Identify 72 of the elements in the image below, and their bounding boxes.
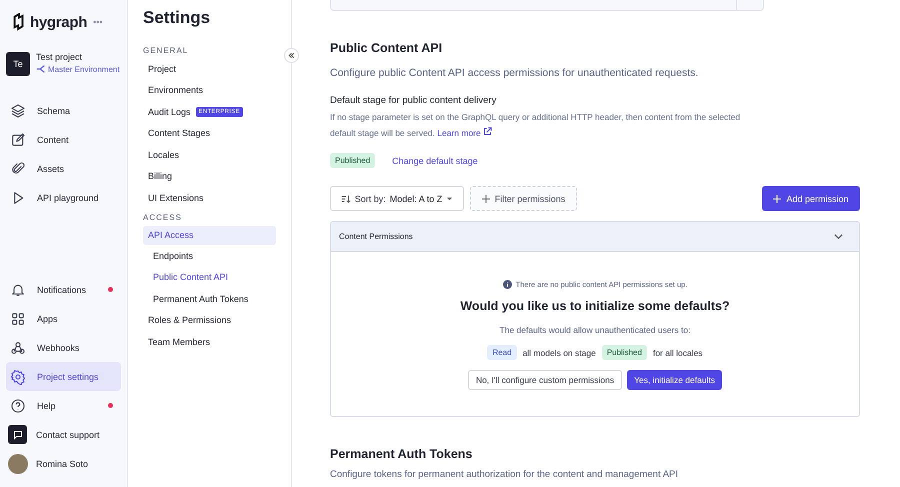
user-avatar [8,454,28,474]
external-link-icon [483,126,492,136]
chat-icon [8,425,27,444]
plus-icon [773,194,782,202]
settings-item[interactable]: UI Extensions [143,187,276,208]
nav-item[interactable]: Content [6,125,121,154]
endpoint-field[interactable] [330,0,764,11]
nav-item[interactable]: Notifications [6,275,121,304]
settings-item[interactable]: Team Members [143,330,276,352]
section-description: Configure tokens for permanent authorization for the content and management API [330,469,678,480]
settings-subitem[interactable]: Permanent Auth Tokens [143,288,248,310]
section-title: Permanent Auth Tokens [330,447,472,461]
settings-item[interactable]: Project [143,58,276,80]
nav-item[interactable]: Project settings [6,362,121,391]
double-chevron-icon [287,51,296,60]
filter-button[interactable]: Filter permissions [470,186,577,211]
settings-subitem[interactable]: Public Content API [143,266,228,288]
sort-icon [340,194,351,204]
layers-icon [10,102,26,118]
stage-badge: Published [330,153,376,168]
environment-link[interactable]: Master Environment [36,64,120,74]
panel-header[interactable]: Content Permissions [331,222,859,252]
decline-button[interactable]: No, I'll configure custom permissions [468,370,622,390]
change-stage-link[interactable]: Change default stage [392,156,478,166]
group-label: GENERAL [143,46,188,55]
webhook-icon [10,340,26,356]
settings-subitem[interactable]: Endpoints [143,246,194,267]
help-text: If no stage parameter is set on the GraphQL query or additional HTTP header, then content from the selected default stage will be served. Learn more [330,111,742,140]
info-icon [502,280,512,289]
branch-icon [36,64,46,74]
plus-icon [482,194,490,202]
section-title: Public Content API [330,41,442,55]
settings-icon [10,368,26,384]
initialize-button[interactable]: Yes, initialize defaults [627,370,722,390]
project-avatar: Te [6,52,30,76]
settings-item[interactable]: Billing [143,166,276,187]
project-name: Test project [36,52,84,62]
settings-title: Settings [143,8,210,28]
nav-item[interactable]: Romina Soto [6,449,121,478]
settings-item[interactable]: Content Stages [143,122,276,144]
sort-dropdown[interactable]: Sort by: Model: A to Z [330,186,464,211]
nav-item[interactable]: Assets [6,154,121,183]
settings-item[interactable]: Environments [143,80,276,101]
brand-name: hygraph [30,14,88,30]
section-description: Configure public Content API access permissions for unauthenticated requests. [330,67,698,79]
grid-icon [10,310,26,326]
stage-badge: Published [602,345,647,360]
defaults-question: Would you like us to initialize some defaults? [460,299,730,313]
paperclip-icon [10,160,26,176]
rule-text: all models on stage [522,348,596,358]
nav-item[interactable]: Help [6,391,121,420]
help-icon [10,398,26,414]
add-permission-button[interactable]: Add permission [762,186,860,211]
edit-icon [10,132,26,148]
learn-more-link[interactable]: Learn more [437,128,492,138]
caret-icon [446,195,454,202]
subsection-title: Default stage for public content delivery [330,95,496,106]
collapse-button[interactable] [284,48,299,63]
nav-item[interactable]: Schema [6,96,121,125]
nav-item[interactable]: Contact support [6,420,121,449]
rule-text: for all locales [652,348,703,358]
logo-icon [12,13,26,31]
defaults-explanation: The defaults would allow unauthenticated users to: [500,325,690,335]
settings-item[interactable]: Locales [143,144,276,166]
group-label: ACCESS [143,212,182,222]
nav-item[interactable]: Apps [6,304,121,333]
nav-item[interactable]: Webhooks [6,333,121,362]
nav-item[interactable]: API playground [6,183,121,212]
settings-item[interactable]: Roles & Permissions [143,309,276,331]
action-badge: Read [487,345,517,360]
chevron-icon [833,231,844,242]
settings-item[interactable]: API Access [143,226,276,244]
